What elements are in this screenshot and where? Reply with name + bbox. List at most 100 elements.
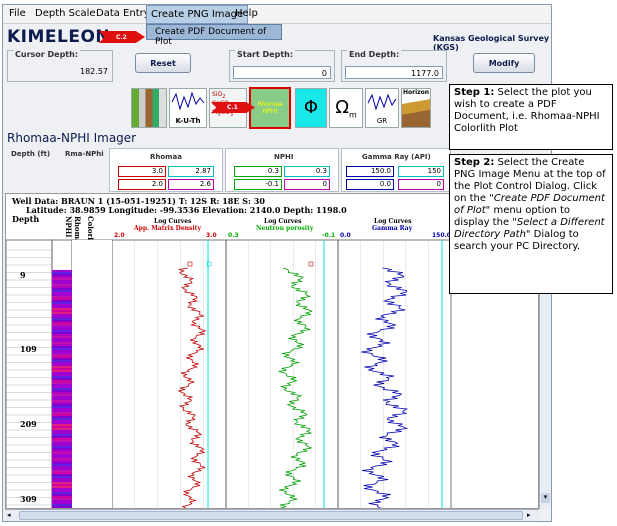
- colorlith-band: [52, 466, 72, 468]
- modify-button[interactable]: Modify: [473, 53, 535, 73]
- colorlith-band: [52, 294, 72, 296]
- colorlith-band: [52, 478, 72, 480]
- colorlith-band: [52, 468, 72, 470]
- nphi-max2[interactable]: 0: [284, 179, 330, 190]
- step1-callout: Step 1: Select the plot you wish to crea…: [449, 84, 613, 150]
- colorlith-band: [52, 376, 72, 378]
- colorlith-band: [52, 396, 72, 398]
- colorlith-band: [52, 418, 72, 420]
- depth-label-109: 109: [20, 344, 37, 354]
- depth-label-209: 209: [20, 419, 37, 429]
- colorlith-band: [52, 392, 72, 394]
- colorlith-band: [52, 480, 72, 482]
- start-depth-group: Start Depth: 0: [229, 50, 335, 82]
- colorlith-band: [52, 464, 72, 466]
- colorlith-band: [52, 320, 72, 322]
- colorlith-band: [52, 348, 72, 350]
- gr-min1[interactable]: 150.0: [346, 166, 394, 177]
- kuth-label: K-U-Th: [175, 117, 201, 125]
- phi-icon[interactable]: Φ: [295, 88, 327, 128]
- rma-nphi-header: Rma-NPhi: [65, 150, 104, 158]
- horizon-icon-label: Horizon: [402, 89, 430, 96]
- colorlith-band: [52, 374, 72, 376]
- colorlith-band: [52, 332, 72, 334]
- colorlith-band: [52, 280, 72, 282]
- gr-max2[interactable]: 0: [398, 179, 444, 190]
- colorlith-band: [52, 384, 72, 386]
- colorlith-band: [52, 420, 72, 422]
- gr-icon[interactable]: GR: [365, 88, 399, 128]
- colorlith-band: [52, 394, 72, 396]
- nphi-min1[interactable]: 0.3: [234, 166, 282, 177]
- rhomaa-max1[interactable]: 2.87: [168, 166, 214, 177]
- gr-icon-label: GR: [376, 117, 388, 125]
- colorlith-band: [52, 404, 72, 406]
- menu-file[interactable]: File: [9, 8, 26, 19]
- reset-button[interactable]: Reset: [135, 53, 191, 73]
- colorlith-band: [52, 336, 72, 338]
- rhomaa-min2[interactable]: 2.0: [118, 179, 166, 190]
- gr-range-panel: Gamma Ray (API) 150.0 150 0.0 0: [341, 148, 451, 192]
- colorlith-band: [52, 360, 72, 362]
- gr-max1[interactable]: 150: [398, 166, 444, 177]
- horizon-icon[interactable]: Horizon: [401, 88, 431, 128]
- arrow-c1-label: C.1: [227, 104, 238, 111]
- menu-help[interactable]: Help: [235, 8, 258, 19]
- rhomaa-range-panel: Rhomaa 3.0 2.87 2.0 2.6: [109, 148, 223, 192]
- scroll-left-arrow-icon[interactable]: ◂: [7, 511, 17, 520]
- track-border: [6, 239, 53, 508]
- depth-label-309: 309: [20, 494, 37, 504]
- step2-callout: Step 2: Select the Create PNG Image Menu…: [449, 154, 613, 294]
- colorlith-band: [52, 324, 72, 326]
- scroll-down-arrow-icon[interactable]: ▾: [541, 493, 550, 503]
- rhomaa-nphi-icon-label: Rhomaa NPHI: [257, 101, 283, 115]
- colorlith-band: [52, 322, 72, 324]
- colorlith-band: [52, 436, 72, 438]
- colorlith-icon[interactable]: [131, 88, 167, 128]
- colorlith-band: [52, 364, 72, 366]
- nphi-curve: [278, 267, 313, 508]
- colorlith-band: [52, 284, 72, 286]
- colorlith-band: [52, 338, 72, 340]
- kuth-icon[interactable]: K-U-Th: [169, 88, 207, 128]
- colorlith-band: [52, 380, 72, 382]
- colorlith-band: [52, 498, 72, 500]
- colorlith-band: [52, 326, 72, 328]
- colorlith-band: [52, 500, 72, 502]
- menu-create-png[interactable]: Create PNG Image: [146, 5, 249, 24]
- scroll-right-arrow-icon[interactable]: ▸: [527, 511, 537, 520]
- rhomaa-max2[interactable]: 2.6: [168, 179, 214, 190]
- menu-depth-scale[interactable]: Depth Scale: [35, 8, 96, 19]
- rhomaa-min1[interactable]: 3.0: [118, 166, 166, 177]
- colorlith-band: [52, 382, 72, 384]
- colorlith-band: [52, 370, 72, 372]
- rhomaa-curve: [177, 267, 207, 508]
- colorlith-band: [52, 354, 72, 356]
- gr-curve: [361, 267, 409, 508]
- nphi-max1[interactable]: 0.3: [284, 166, 330, 177]
- nphi-min2[interactable]: -0.1: [234, 179, 282, 190]
- cursor-depth-label: Cursor Depth:: [13, 50, 81, 59]
- colorlith-band: [52, 424, 72, 426]
- colorlith-band: [52, 286, 72, 288]
- colorlith-band: [52, 308, 72, 310]
- colorlith-band: [52, 314, 72, 316]
- dropdown-create-pdf[interactable]: Create PDF Document of Plot: [146, 24, 282, 47]
- colorlith-band: [52, 438, 72, 440]
- rhomaa-header: Rhomaa: [150, 153, 182, 161]
- menu-data-entry[interactable]: Data Entry: [96, 8, 150, 19]
- rhomaa-marker: [187, 261, 193, 267]
- rhomaa-nphi-icon[interactable]: Rhomaa NPHI: [249, 87, 291, 129]
- start-depth-label: Start Depth:: [235, 50, 296, 59]
- colorlith-band: [52, 428, 72, 430]
- colorlith-band: [52, 474, 72, 476]
- horizontal-scrollbar[interactable]: ◂ ▸: [5, 509, 539, 521]
- horizontal-scroll-thumb[interactable]: [19, 511, 523, 520]
- colorlith-band: [52, 462, 72, 464]
- end-depth-input[interactable]: 1177.0: [345, 66, 443, 79]
- start-depth-input[interactable]: 0: [233, 66, 331, 79]
- blank-track: [72, 240, 112, 508]
- colorlith-band: [52, 328, 72, 330]
- gr-min2[interactable]: 0.0: [346, 179, 394, 190]
- omega-icon[interactable]: Ωm: [329, 88, 363, 128]
